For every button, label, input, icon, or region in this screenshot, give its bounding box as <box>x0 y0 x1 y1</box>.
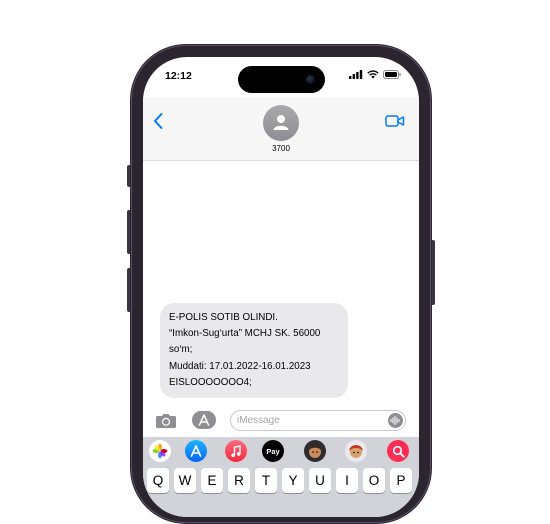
key-r[interactable]: R <box>228 468 250 493</box>
composer-bar <box>143 407 419 437</box>
search-images-icon[interactable] <box>387 440 409 462</box>
status-icons <box>349 70 401 79</box>
music-icon[interactable] <box>225 440 247 462</box>
key-t[interactable]: T <box>255 468 277 493</box>
contact-name[interactable]: 3700 <box>143 144 419 153</box>
audio-message-button[interactable] <box>388 413 403 428</box>
app-store-icon[interactable] <box>185 440 207 462</box>
wifi-icon <box>367 70 379 79</box>
video-call-icon[interactable] <box>385 114 405 128</box>
phone-screen: 12:12 3700 E-POLIS SOTIB OLINDI. “Imkon-… <box>143 57 419 517</box>
conversation-header: 3700 <box>143 97 419 161</box>
message-line: “Imkon-Sug‘urta” MCHJ SK. 56000 <box>169 328 321 340</box>
front-camera-icon <box>306 75 315 84</box>
app-drawer: Pay <box>143 437 419 465</box>
apple-pay-label: Pay <box>266 446 280 456</box>
dynamic-island <box>238 66 325 93</box>
message-line: EISLOOOOOOO4; <box>169 376 252 388</box>
key-i[interactable]: I <box>336 468 358 493</box>
key-w[interactable]: W <box>174 468 196 493</box>
memoji-icon[interactable] <box>304 440 326 462</box>
message-input-field[interactable] <box>230 410 406 431</box>
key-q[interactable]: Q <box>147 468 169 493</box>
key-y[interactable]: Y <box>282 468 304 493</box>
camera-icon[interactable] <box>155 412 177 429</box>
keyboard: Pay Q W E R T Y U I O P <box>143 437 419 517</box>
key-p[interactable]: P <box>390 468 412 493</box>
message-line: E-POLIS SOTIB OLINDI. <box>169 312 278 323</box>
battery-icon <box>383 70 401 79</box>
message-input[interactable] <box>237 413 377 428</box>
message-line: so‘m; <box>169 344 193 356</box>
key-e[interactable]: E <box>201 468 223 493</box>
app-store-button[interactable] <box>192 411 216 429</box>
apple-pay-icon[interactable]: Pay <box>262 440 284 462</box>
signal-icon <box>349 70 363 79</box>
waveform-icon <box>390 416 400 425</box>
photos-icon[interactable] <box>149 440 171 462</box>
memoji-2-icon[interactable] <box>345 440 367 462</box>
contact-avatar[interactable] <box>263 105 299 141</box>
app-store-a-icon <box>198 414 210 426</box>
message-bubble[interactable]: E-POLIS SOTIB OLINDI. “Imkon-Sug‘urta” M… <box>160 303 348 399</box>
person-icon <box>273 115 289 130</box>
key-u[interactable]: U <box>309 468 331 493</box>
key-o[interactable]: O <box>363 468 385 493</box>
status-time: 12:12 <box>165 70 192 82</box>
message-line: Muddati: 17.01.2022-16.01.2023 <box>169 360 311 372</box>
back-chevron-icon[interactable] <box>152 111 164 131</box>
